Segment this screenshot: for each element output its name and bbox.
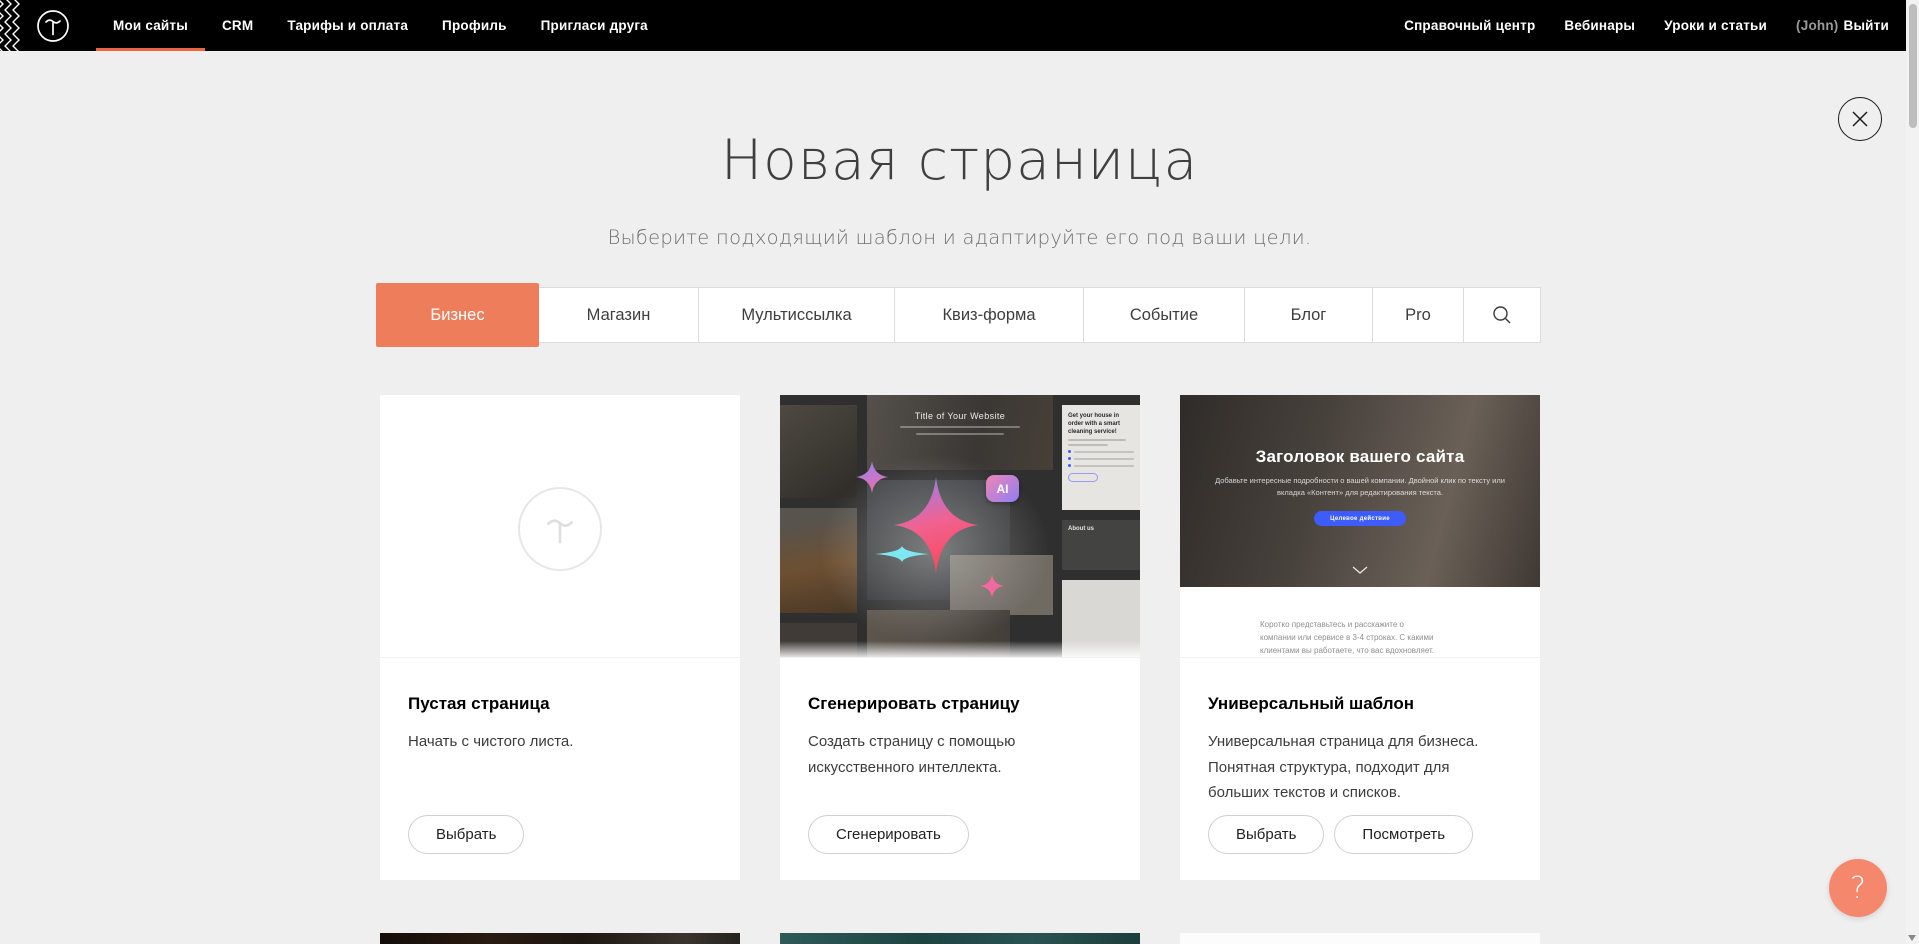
ai-sparkles-icon bbox=[780, 395, 1140, 657]
universal-template-thumbnail[interactable]: Заголовок вашего сайта Добавьте интересн… bbox=[1180, 395, 1540, 657]
tilda-ghost-logo-icon bbox=[518, 487, 602, 571]
nav-secondary-menu: Справочный центр Вебинары Уроки и статьи… bbox=[1404, 0, 1919, 51]
nav-item-help-center[interactable]: Справочный центр bbox=[1404, 18, 1535, 33]
scroll-down-arrow-icon[interactable] bbox=[1908, 935, 1916, 941]
ai-generate-thumbnail[interactable]: Title of Your Website Get your house in … bbox=[780, 395, 1140, 657]
help-button[interactable]: ? bbox=[1829, 859, 1887, 917]
page-title: Новая страница bbox=[0, 128, 1919, 192]
card-blank-page: Пустая страница Начать с чистого листа. … bbox=[380, 395, 740, 880]
user-name: (John) bbox=[1796, 18, 1838, 33]
tab-search[interactable] bbox=[1463, 287, 1541, 343]
next-row-thumbnail[interactable] bbox=[380, 933, 740, 944]
nav-item-tariffs[interactable]: Тарифы и оплата bbox=[270, 0, 425, 51]
search-icon bbox=[1491, 304, 1513, 326]
preview-cta-button: Целевое действие bbox=[1314, 511, 1406, 526]
page-subtitle: Выберите подходящий шаблон и адаптируйте… bbox=[0, 226, 1919, 249]
drag-texture bbox=[0, 0, 24, 51]
nav-item-my-sites[interactable]: Мои сайты bbox=[96, 0, 205, 51]
logout-label: Выйти bbox=[1844, 18, 1890, 33]
tab-event[interactable]: Событие bbox=[1083, 287, 1245, 343]
nav-item-logout[interactable]: (John) Выйти bbox=[1796, 18, 1889, 33]
nav-item-invite-friend[interactable]: Пригласи друга bbox=[524, 0, 665, 51]
preview-hero-title: Заголовок вашего сайта bbox=[1180, 395, 1540, 467]
generate-button[interactable]: Сгенерировать bbox=[808, 815, 969, 854]
card-description: Создать страницу с помощью искусственног… bbox=[808, 729, 1112, 780]
close-icon bbox=[1851, 110, 1869, 128]
blank-page-thumbnail[interactable] bbox=[380, 395, 740, 657]
close-button[interactable] bbox=[1838, 97, 1882, 141]
card-actions: Сгенерировать bbox=[808, 815, 969, 854]
tab-quiz-form[interactable]: Квиз-форма bbox=[894, 287, 1084, 343]
tab-blog[interactable]: Блог bbox=[1244, 287, 1373, 343]
card-body: Пустая страница Начать с чистого листа. … bbox=[380, 657, 740, 880]
choose-button[interactable]: Выбрать bbox=[408, 815, 524, 854]
nav-item-profile[interactable]: Профиль bbox=[425, 0, 524, 51]
nav-menu: Мои сайты CRM Тарифы и оплата Профиль Пр… bbox=[96, 0, 665, 51]
nav-item-webinars[interactable]: Вебинары bbox=[1564, 18, 1635, 33]
nav-item-crm[interactable]: CRM bbox=[205, 0, 270, 51]
tilda-logo-icon[interactable] bbox=[36, 9, 70, 43]
card-actions: Выбрать bbox=[408, 815, 524, 854]
tab-pro[interactable]: Pro bbox=[1372, 287, 1464, 343]
card-actions: Выбрать Посмотреть bbox=[1208, 815, 1473, 854]
ai-badge: AI bbox=[986, 475, 1019, 502]
template-category-tabs: Бизнес Магазин Мультиссылка Квиз-форма С… bbox=[376, 283, 1541, 347]
tab-business[interactable]: Бизнес bbox=[376, 283, 539, 347]
scrollbar-track[interactable] bbox=[1906, 0, 1919, 944]
tab-shop[interactable]: Магазин bbox=[538, 287, 699, 343]
top-nav: Мои сайты CRM Тарифы и оплата Профиль Пр… bbox=[0, 0, 1919, 51]
template-cards-row: Пустая страница Начать с чистого листа. … bbox=[380, 395, 1540, 880]
preview-button[interactable]: Посмотреть bbox=[1334, 815, 1473, 854]
card-body: Сгенерировать страницу Создать страницу … bbox=[780, 657, 1140, 880]
card-title: Пустая страница bbox=[408, 694, 712, 714]
scrollbar-thumb[interactable] bbox=[1909, 4, 1917, 128]
card-description: Начать с чистого листа. bbox=[408, 729, 712, 755]
tilda-new-page-screen: Мои сайты CRM Тарифы и оплата Профиль Пр… bbox=[0, 0, 1919, 944]
card-body: Универсальный шаблон Универсальная стран… bbox=[1180, 657, 1540, 880]
preview-hero: Заголовок вашего сайта Добавьте интересн… bbox=[1180, 395, 1540, 587]
tab-multilink[interactable]: Мультиссылка bbox=[698, 287, 895, 343]
preview-intro-text: Коротко представьтесь и расскажите о ком… bbox=[1260, 618, 1440, 657]
preview-hero-subtitle: Добавьте интересные подробности о вашей … bbox=[1210, 475, 1510, 498]
card-universal-template: Заголовок вашего сайта Добавьте интересн… bbox=[1180, 395, 1540, 880]
chevron-down-icon bbox=[1352, 566, 1368, 574]
thumbnail-fade bbox=[780, 641, 1140, 657]
next-row-thumbnail[interactable] bbox=[1180, 933, 1540, 944]
choose-button[interactable]: Выбрать bbox=[1208, 815, 1324, 854]
card-ai-generate: Title of Your Website Get your house in … bbox=[780, 395, 1140, 880]
card-title: Сгенерировать страницу bbox=[808, 694, 1112, 714]
next-row-thumbnail[interactable] bbox=[780, 933, 1140, 944]
card-title: Универсальный шаблон bbox=[1208, 694, 1512, 714]
nav-item-lessons[interactable]: Уроки и статьи bbox=[1664, 18, 1767, 33]
card-description: Универсальная страница для бизнеса. Поня… bbox=[1208, 729, 1512, 806]
